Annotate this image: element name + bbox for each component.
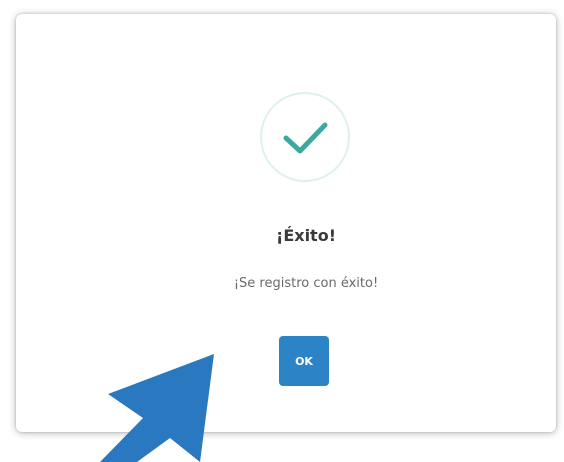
- dialog-message: ¡Se registro con éxito!: [233, 276, 379, 291]
- success-dialog: ¡Éxito! ¡Se registro con éxito! OK: [16, 14, 556, 432]
- dialog-title: ¡Éxito!: [276, 226, 336, 245]
- check-icon: [283, 122, 328, 154]
- success-icon-ring: [260, 92, 350, 182]
- screen: ¡Éxito! ¡Se registro con éxito! OK: [0, 0, 564, 462]
- ok-button[interactable]: OK: [279, 336, 329, 386]
